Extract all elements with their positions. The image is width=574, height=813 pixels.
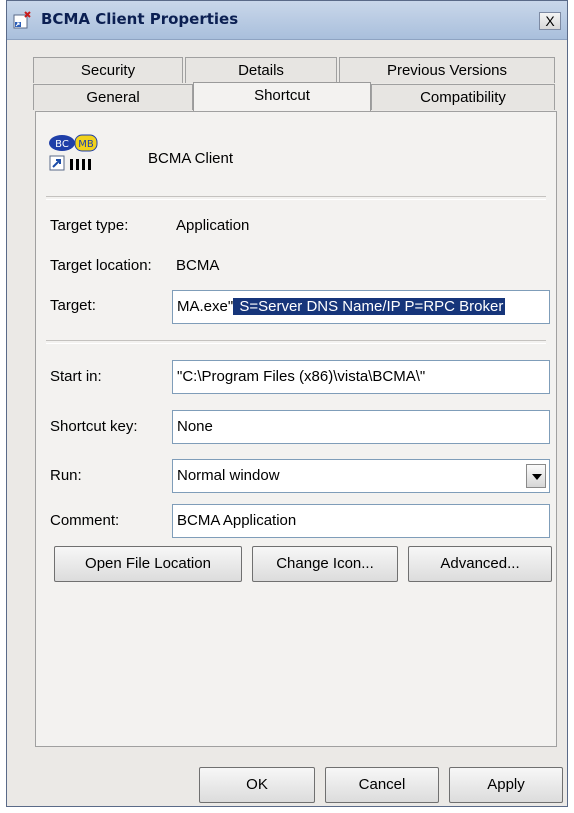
- advanced-button[interactable]: Advanced...: [408, 546, 552, 582]
- target-location-value: BCMA: [176, 257, 220, 274]
- bcma-app-icon: BC MB: [49, 134, 98, 171]
- shortcut-key-label: Shortcut key:: [50, 418, 138, 435]
- target-type-label: Target type:: [50, 217, 129, 234]
- title-bar[interactable]: BCMA Client Properties X: [7, 1, 567, 40]
- separator-top: [46, 196, 546, 200]
- chevron-down-icon[interactable]: [526, 464, 546, 488]
- apply-button[interactable]: Apply: [449, 767, 563, 803]
- target-field[interactable]: MA.exe" S=Server DNS Name/IP P=RPC Broke…: [172, 290, 550, 324]
- tab-details[interactable]: Details: [185, 57, 337, 83]
- shortcut-name: BCMA Client: [148, 150, 234, 167]
- start-in-label: Start in:: [50, 368, 102, 385]
- tab-compatibility[interactable]: Compatibility: [371, 84, 555, 110]
- target-type-value: Application: [176, 217, 250, 234]
- cancel-button[interactable]: Cancel: [325, 767, 439, 803]
- open-file-location-button[interactable]: Open File Location: [54, 546, 242, 582]
- shortcut-panel: BC MB BCMA Client Target type: Applicati…: [35, 111, 557, 747]
- shortcut-key-field[interactable]: None: [172, 410, 550, 444]
- comment-label: Comment:: [50, 512, 120, 529]
- change-icon-button[interactable]: Change Icon...: [252, 546, 398, 582]
- target-label: Target:: [50, 297, 96, 314]
- tab-security[interactable]: Security: [33, 57, 183, 83]
- target-text-selected: S=Server DNS Name/IP P=RPC Broker: [233, 298, 506, 315]
- icon-text-right: MB: [78, 139, 94, 150]
- close-button[interactable]: X: [539, 12, 561, 30]
- ok-button[interactable]: OK: [199, 767, 315, 803]
- run-label: Run:: [50, 467, 82, 484]
- start-in-field[interactable]: "C:\Program Files (x86)\vista\BCMA\": [172, 360, 550, 394]
- separator-middle: [46, 340, 546, 344]
- window-title: BCMA Client Properties: [41, 10, 239, 28]
- run-select[interactable]: Normal window: [172, 459, 550, 493]
- properties-dialog: BCMA Client Properties X Security Detail…: [6, 0, 568, 807]
- target-location-label: Target location:: [50, 257, 152, 274]
- tab-shortcut[interactable]: Shortcut: [193, 82, 371, 111]
- tab-previous-versions[interactable]: Previous Versions: [339, 57, 555, 83]
- target-text-plain: MA.exe": [177, 298, 234, 315]
- comment-field[interactable]: BCMA Application: [172, 504, 550, 538]
- run-select-value: Normal window: [177, 467, 280, 484]
- icon-text-left: BC: [55, 139, 69, 150]
- shortcut-app-icon: [13, 11, 31, 29]
- tab-general[interactable]: General: [33, 84, 193, 110]
